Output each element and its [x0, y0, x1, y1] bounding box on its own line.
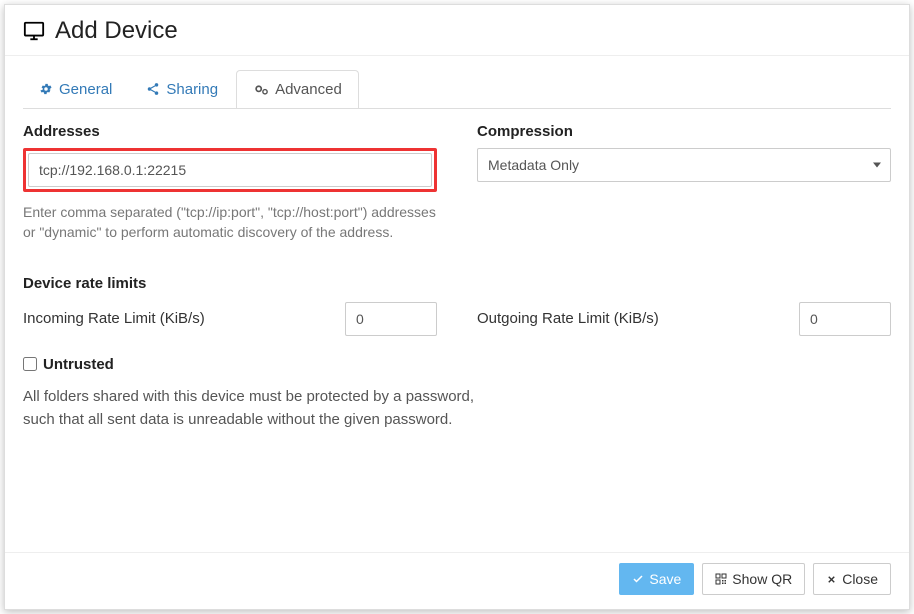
button-label: Close — [842, 571, 878, 587]
modal-title: Add Device — [55, 17, 178, 45]
gears-icon — [253, 83, 269, 97]
add-device-modal: Add Device General Sharing Advanced Addr… — [4, 4, 910, 610]
button-label: Show QR — [732, 571, 792, 587]
save-button[interactable]: Save — [619, 563, 694, 595]
outgoing-rate-input[interactable] — [799, 302, 891, 336]
tab-content-advanced: Addresses Enter comma separated ("tcp://… — [5, 109, 909, 552]
addresses-help-text: Enter comma separated ("tcp://ip:port", … — [23, 202, 437, 243]
button-label: Save — [649, 571, 681, 587]
addresses-input[interactable] — [28, 153, 432, 187]
tab-label: Advanced — [275, 81, 342, 98]
compression-field: Compression Metadata Only — [477, 123, 891, 243]
addresses-highlight — [23, 148, 437, 192]
untrusted-checkbox[interactable] — [23, 357, 37, 371]
tab-label: General — [59, 81, 112, 98]
device-rate-limits-label: Device rate limits — [23, 275, 891, 292]
untrusted-field: Untrusted — [23, 356, 891, 373]
tab-advanced[interactable]: Advanced — [236, 70, 359, 109]
outgoing-rate-field: Outgoing Rate Limit (KiB/s) — [477, 302, 891, 336]
gear-icon — [39, 82, 53, 96]
close-button[interactable]: Close — [813, 563, 891, 595]
addresses-label: Addresses — [23, 123, 437, 140]
compression-label: Compression — [477, 123, 891, 140]
tab-label: Sharing — [166, 81, 218, 98]
modal-footer: Save Show QR Close — [5, 552, 909, 609]
incoming-rate-label: Incoming Rate Limit (KiB/s) — [23, 310, 205, 327]
tabs: General Sharing Advanced — [5, 56, 909, 108]
monitor-icon — [23, 20, 45, 42]
modal-header: Add Device — [5, 5, 909, 55]
qr-icon — [715, 573, 727, 585]
untrusted-label: Untrusted — [43, 356, 114, 373]
check-icon — [632, 573, 644, 585]
outgoing-rate-label: Outgoing Rate Limit (KiB/s) — [477, 310, 659, 327]
compression-select[interactable]: Metadata Only — [477, 148, 891, 182]
addresses-field: Addresses Enter comma separated ("tcp://… — [23, 123, 437, 243]
close-icon — [826, 574, 837, 585]
incoming-rate-field: Incoming Rate Limit (KiB/s) — [23, 302, 437, 336]
tab-general[interactable]: General — [23, 70, 128, 108]
untrusted-help-text: All folders shared with this device must… — [23, 385, 493, 432]
share-icon — [146, 82, 160, 96]
show-qr-button[interactable]: Show QR — [702, 563, 805, 595]
tab-sharing[interactable]: Sharing — [130, 70, 234, 108]
incoming-rate-input[interactable] — [345, 302, 437, 336]
